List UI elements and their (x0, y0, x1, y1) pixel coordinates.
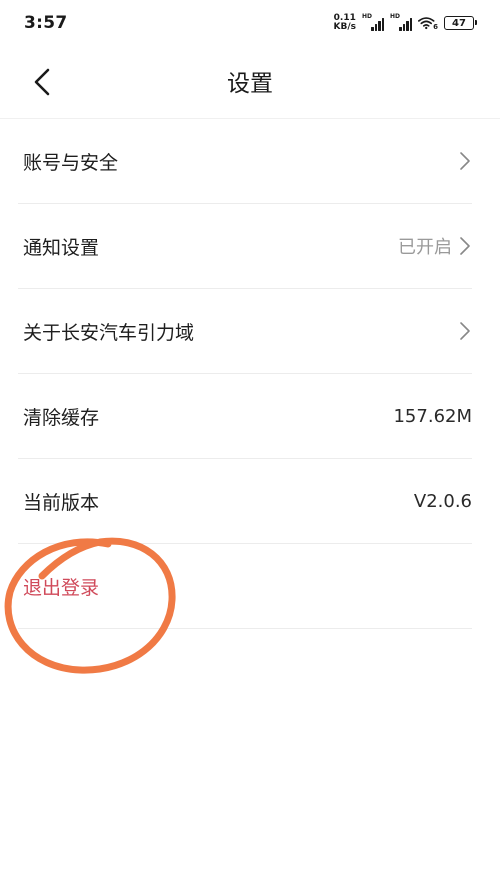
battery-icon: 47 (444, 16, 477, 30)
settings-item-right (458, 321, 472, 341)
settings-item-right (458, 151, 472, 171)
logout-label: 退出登录 (23, 576, 100, 599)
chevron-right-icon (458, 236, 472, 256)
page-title: 设置 (227, 71, 273, 97)
network-speed-unit: KB/s (333, 22, 356, 32)
settings-item-account-security[interactable]: 账号与安全 (18, 119, 472, 204)
settings-screen: 3:57 0.11 KB/s HD HD 6 47 设置 账号与安全 通知设置 … (0, 0, 500, 888)
settings-item-label: 账号与安全 (23, 151, 119, 174)
settings-item-label: 通知设置 (23, 236, 100, 259)
settings-item-label: 清除缓存 (23, 406, 100, 429)
version-value: V2.0.6 (413, 490, 472, 512)
settings-item-label: 关于长安汽车引力域 (23, 321, 195, 344)
nav-bar: 设置 (0, 46, 500, 118)
cell-signal-1-icon: HD (362, 13, 384, 31)
cache-size: 157.62M (393, 405, 472, 427)
signal-2-hd-label: HD (390, 13, 401, 20)
status-icons: 0.11 KB/s HD HD 6 47 (334, 13, 477, 32)
settings-item-notifications[interactable]: 通知设置 已开启 (18, 204, 472, 289)
battery-level: 47 (452, 17, 466, 29)
settings-item-right: 157.62M (393, 406, 472, 427)
logout-button[interactable]: 退出登录 (18, 544, 472, 629)
status-time: 3:57 (24, 13, 68, 33)
notification-status: 已开启 (398, 237, 452, 258)
cell-signal-2-icon: HD (390, 13, 412, 31)
wifi-icon: 6 (418, 15, 438, 31)
network-speed: 0.11 KB/s (334, 14, 356, 32)
settings-list: 账号与安全 通知设置 已开启 关于长安汽车引力域 清除缓存 157.62M 当前… (0, 119, 500, 629)
wifi-badge: 6 (433, 23, 438, 31)
chevron-right-icon (458, 151, 472, 171)
settings-item-right: V2.0.6 (414, 491, 472, 512)
settings-item-version: 当前版本 V2.0.6 (18, 459, 472, 544)
settings-item-about[interactable]: 关于长安汽车引力域 (18, 289, 472, 374)
status-bar: 3:57 0.11 KB/s HD HD 6 47 (0, 0, 500, 46)
signal-1-hd-label: HD (362, 13, 373, 20)
settings-item-right: 已开启 (398, 233, 472, 259)
settings-item-clear-cache[interactable]: 清除缓存 157.62M (18, 374, 472, 459)
settings-item-label: 当前版本 (23, 491, 100, 514)
chevron-right-icon (458, 321, 472, 341)
